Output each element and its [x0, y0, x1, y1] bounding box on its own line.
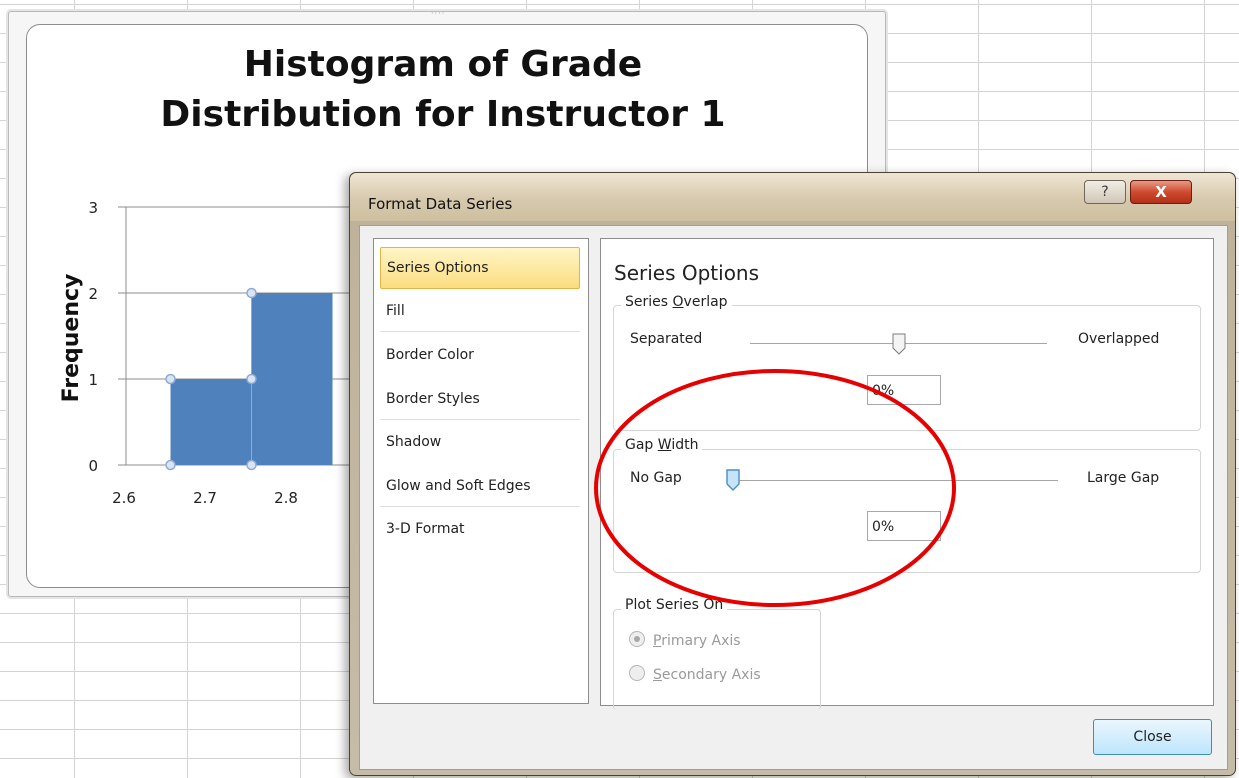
series-overlap-group [613, 305, 1201, 431]
data-point-marker [246, 459, 257, 471]
nav-item-fill[interactable]: Fill [380, 303, 580, 319]
data-point-marker [165, 373, 176, 385]
y-axis-label: Frequency [59, 274, 84, 403]
gap-width-track[interactable] [733, 480, 1058, 481]
dialog-title: Format Data Series [368, 195, 513, 213]
nav-separator [380, 331, 580, 332]
series-options-panel: Series Options Series Overlap Separated … [600, 238, 1214, 710]
nav-item-border-styles[interactable]: Border Styles [380, 391, 580, 407]
y-tick-label: 3 [88, 199, 98, 217]
close-window-button[interactable]: X [1130, 180, 1192, 204]
nav-item-border-color[interactable]: Border Color [380, 347, 580, 363]
plot-series-on-group [613, 609, 821, 710]
x-tick-label: 2.8 [274, 489, 298, 507]
series-overlap-input[interactable]: 0% [867, 375, 941, 405]
y-tick-label: 0 [88, 457, 98, 475]
nav-item-shadow[interactable]: Shadow [380, 434, 580, 450]
x-tick-label: 2.6 [112, 489, 136, 507]
data-point-marker [246, 373, 257, 385]
radio-unchecked-icon [629, 665, 645, 681]
no-gap-label: No Gap [630, 470, 682, 486]
data-point-marker [246, 287, 257, 299]
gap-width-label: Gap Width [621, 437, 703, 453]
help-button[interactable]: ? [1084, 180, 1126, 204]
gap-width-input[interactable]: 0% [867, 511, 941, 541]
format-data-series-dialog: Format Data Series ? X Series Options Fi… [349, 172, 1236, 776]
close-icon: X [1155, 183, 1167, 201]
panel-title: Series Options [614, 261, 760, 285]
separated-label: Separated [630, 331, 703, 347]
overlapped-label: Overlapped [1078, 331, 1160, 347]
nav-item-series-options[interactable]: Series Options [380, 247, 580, 289]
dialog-body: Series Options Fill Border Color Border … [359, 225, 1228, 770]
y-tick-label: 1 [88, 371, 98, 389]
nav-separator [380, 419, 580, 420]
y-tick-label: 2 [88, 285, 98, 303]
radio-checked-icon [629, 631, 645, 647]
gap-width-slider-thumb[interactable] [726, 469, 740, 491]
series-overlap-slider-thumb[interactable] [892, 333, 906, 355]
series-overlap-label: Series Overlap [621, 294, 732, 310]
dialog-titlebar[interactable]: Format Data Series ? X [350, 173, 1235, 221]
secondary-axis-radio[interactable]: Secondary Axis [629, 665, 761, 683]
category-list: Series Options Fill Border Color Border … [373, 238, 589, 704]
close-button[interactable]: Close [1093, 719, 1212, 755]
plot-series-on-label: Plot Series On [621, 597, 728, 613]
primary-axis-radio[interactable]: Primary Axis [629, 631, 741, 649]
help-icon: ? [1101, 184, 1109, 200]
large-gap-label: Large Gap [1087, 470, 1160, 486]
x-tick-label: 2.7 [193, 489, 217, 507]
nav-separator [380, 506, 580, 507]
data-point-marker [165, 459, 176, 471]
nav-item-3d-format[interactable]: 3-D Format [380, 521, 580, 537]
nav-item-glow-soft-edges[interactable]: Glow and Soft Edges [380, 478, 580, 494]
